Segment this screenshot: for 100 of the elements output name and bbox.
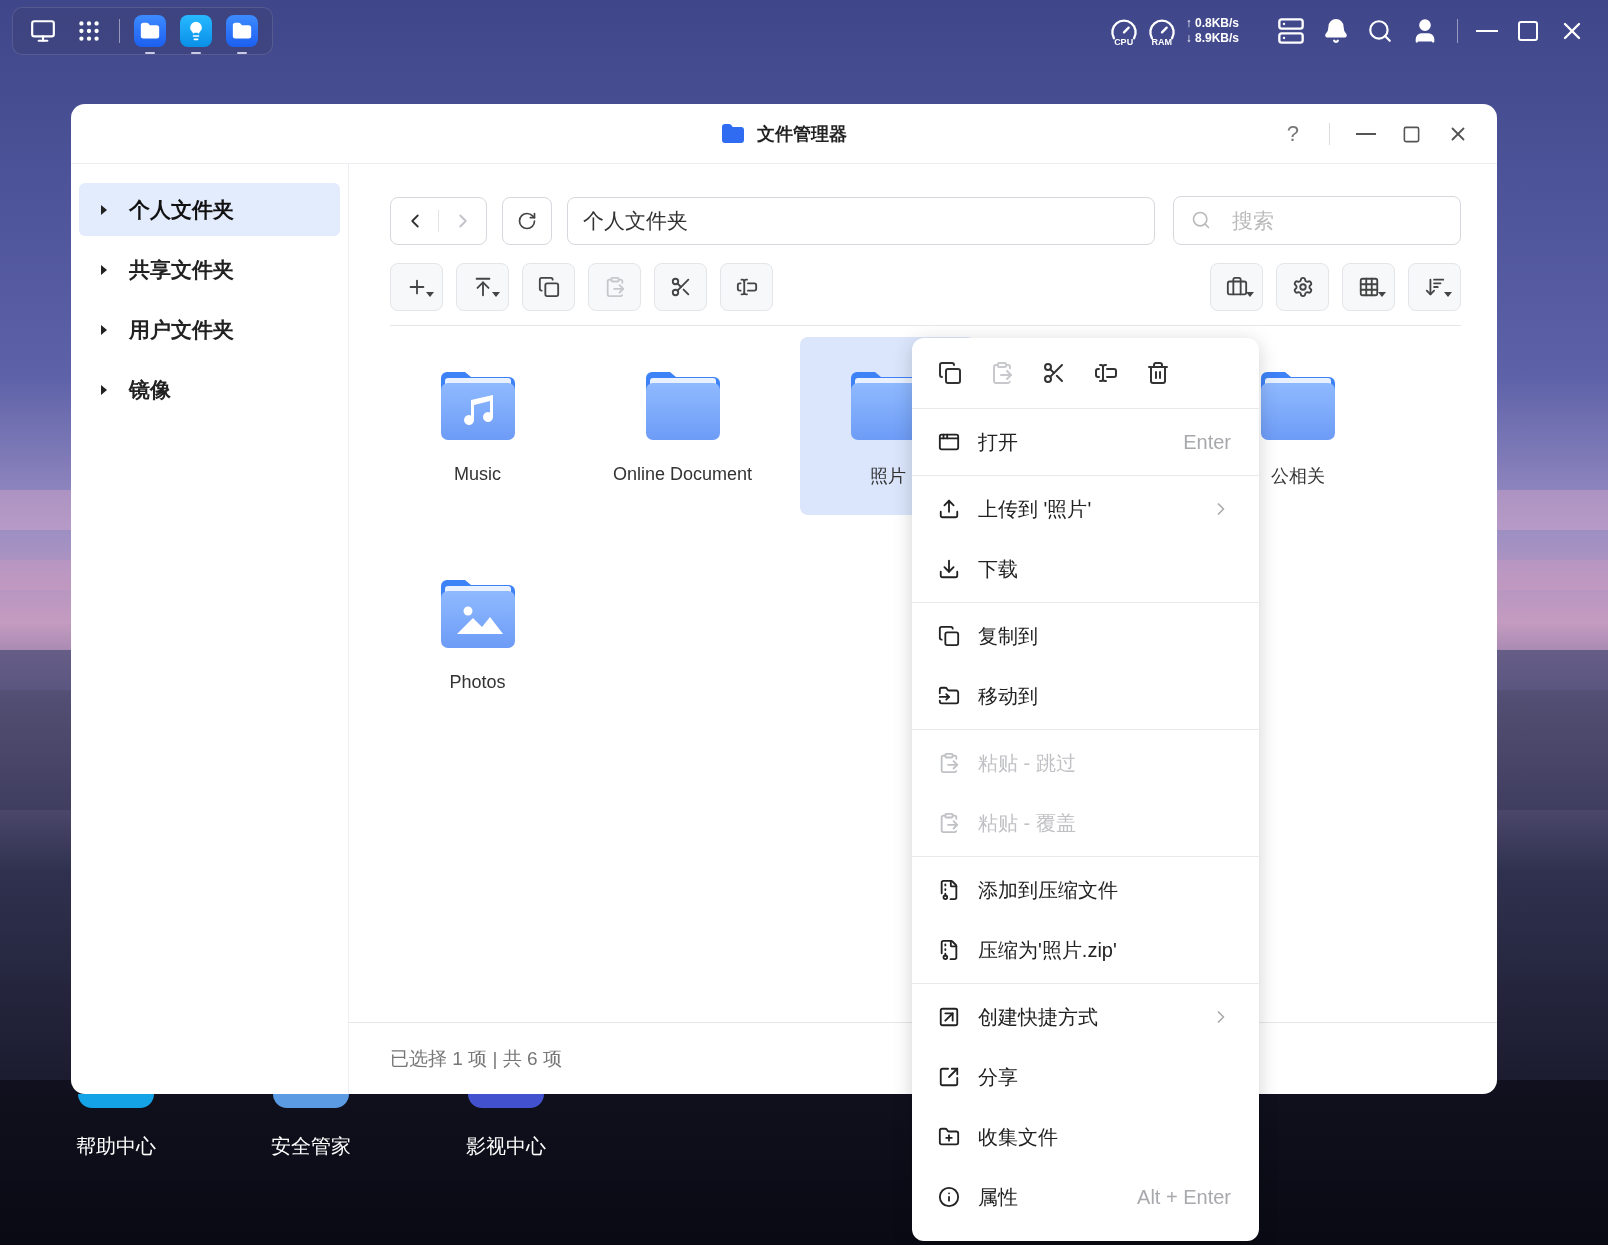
menu-item[interactable]: 复制到 [912, 606, 1259, 666]
folder-arrow-icon [938, 685, 960, 707]
delete-button[interactable] [1146, 361, 1170, 385]
caret-icon [1378, 292, 1386, 297]
scissors-icon [1042, 361, 1066, 385]
upload-button[interactable] [456, 263, 509, 311]
file-tile[interactable]: Online Document [595, 337, 770, 515]
expand-icon [99, 263, 109, 276]
refresh-icon [517, 210, 537, 231]
info-icon [938, 1186, 960, 1208]
music-folder-icon [440, 370, 515, 440]
grid-icon [1357, 276, 1380, 298]
folder-icon [645, 370, 720, 440]
menu-item[interactable]: 收集文件 [912, 1107, 1259, 1167]
menu-item[interactable]: 添加到压缩文件 [912, 860, 1259, 920]
app-label[interactable]: 帮助中心 [46, 1133, 186, 1160]
rename-button[interactable] [1094, 361, 1118, 385]
expand-icon [99, 383, 109, 396]
file-name: Music [454, 464, 501, 485]
file-tile[interactable]: Music [390, 337, 565, 515]
scissors-icon [669, 276, 692, 298]
upload-speed: ↑ 0.8KB/s [1185, 16, 1239, 31]
menu-item[interactable]: 下载 [912, 539, 1259, 599]
folder-plus-icon [938, 1126, 960, 1148]
sort-icon [1423, 276, 1446, 298]
app-label[interactable]: 影视中心 [436, 1133, 576, 1160]
bell-icon [1323, 18, 1349, 44]
folder-icon [140, 21, 160, 41]
folder-icon [232, 21, 252, 41]
copy-icon [938, 625, 960, 647]
menu-item[interactable]: 压缩为'照片.zip' [912, 920, 1259, 980]
search-button[interactable] [1367, 18, 1393, 44]
server-icon [1277, 17, 1305, 45]
app-icon[interactable] [273, 1094, 349, 1108]
caret-icon [1246, 292, 1254, 297]
trash-icon [1146, 361, 1170, 385]
app-icon[interactable] [78, 1094, 154, 1108]
menu-item[interactable]: 移动到 [912, 666, 1259, 726]
copy-button[interactable] [522, 263, 575, 311]
refresh-button[interactable] [502, 196, 552, 245]
ram-gauge[interactable]: RAM [1147, 15, 1176, 47]
monitor-icon [30, 18, 56, 44]
view-button[interactable] [1342, 263, 1395, 311]
archive-icon [938, 879, 960, 901]
cut-button[interactable] [1042, 361, 1066, 385]
search-icon [1367, 18, 1393, 44]
cpu-gauge[interactable]: CPU [1109, 15, 1138, 47]
file-name: Online Document [612, 464, 753, 485]
help-button[interactable]: ? [1282, 121, 1303, 147]
new-button[interactable] [390, 263, 443, 311]
file-name: 公相关 [1270, 465, 1325, 488]
server-button[interactable] [1277, 17, 1305, 45]
minimize-icon [1476, 30, 1498, 32]
caret-icon [1444, 292, 1452, 297]
maximize-icon [1516, 19, 1540, 43]
upload-icon [938, 498, 960, 520]
file-tile[interactable]: Photos [390, 545, 565, 723]
grid-dots-icon [76, 18, 102, 44]
sort-button[interactable] [1408, 263, 1461, 311]
menu-item[interactable]: 分享 [912, 1047, 1259, 1107]
search-field[interactable]: 搜索 [1173, 196, 1461, 245]
sidebar-item[interactable]: 个人文件夹 [79, 183, 340, 236]
cpu-label: CPU [1114, 37, 1134, 47]
maximize-button[interactable] [1402, 124, 1421, 144]
path-field[interactable]: 个人文件夹 [567, 196, 1155, 245]
file-name: Photos [449, 672, 506, 693]
settings-icon [1291, 276, 1314, 298]
app-label[interactable]: 安全管家 [241, 1133, 381, 1160]
settings-button[interactable] [1276, 263, 1329, 311]
expand-icon [99, 323, 109, 336]
photo-folder-icon [440, 578, 515, 648]
search-icon [1191, 210, 1211, 230]
copy-button[interactable] [938, 361, 962, 385]
selection-status: 已选择 1 项 | 共 6 项 [390, 1046, 562, 1071]
notifications-button[interactable] [1323, 18, 1349, 44]
sidebar-item[interactable]: 用户文件夹 [79, 303, 340, 356]
app-icon[interactable] [468, 1094, 544, 1108]
sidebar-item[interactable]: 共享文件夹 [79, 243, 340, 296]
shortcut-hint: Enter [1183, 430, 1231, 454]
folder-icon [721, 121, 745, 146]
copy-icon [537, 276, 560, 298]
shortcut-hint: Alt + Enter [1137, 1185, 1231, 1209]
download-speed: ↓ 8.9KB/s [1185, 31, 1239, 46]
tools-button[interactable] [1210, 263, 1263, 311]
expand-icon [99, 203, 109, 216]
paste-icon [990, 361, 1014, 385]
rename-icon [735, 276, 758, 298]
share-icon [938, 1066, 960, 1088]
paste-icon [938, 752, 960, 774]
menu-item[interactable]: 创建快捷方式 [912, 987, 1259, 1047]
folder-icon [1260, 370, 1335, 440]
menu-item[interactable]: 属性 Alt + Enter [912, 1167, 1259, 1227]
rename-button[interactable] [720, 263, 773, 311]
cut-button[interactable] [654, 263, 707, 311]
paste-icon [938, 812, 960, 834]
sidebar-item[interactable]: 镜像 [79, 363, 340, 416]
minimize-icon [1356, 133, 1376, 135]
maximize-button[interactable] [1516, 19, 1540, 43]
archive-icon [938, 939, 960, 961]
ram-label: RAM [1151, 37, 1172, 47]
